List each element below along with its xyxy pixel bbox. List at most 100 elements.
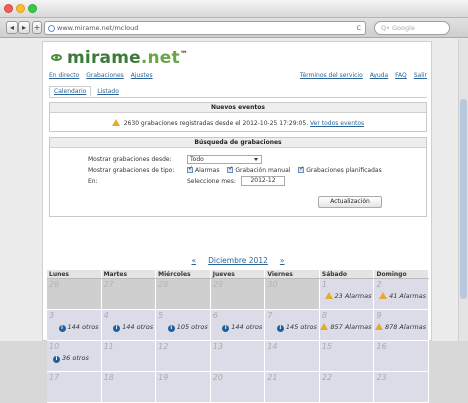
day-number: 17 (49, 373, 60, 382)
info-icon: i (167, 325, 175, 332)
calendar-day-cell[interactable]: 10 i 36 otros (47, 341, 102, 372)
scrollbar-thumb[interactable] (460, 99, 467, 299)
calendar-day-cell[interactable]: 4 i 144 otros (101, 310, 157, 341)
nav-settings[interactable]: Ajustes (131, 72, 153, 79)
day-number: 23 (376, 373, 387, 382)
day-header: Lunes (47, 270, 102, 278)
other-count-link[interactable]: i 144 otros (222, 323, 262, 332)
calendar-day-cell[interactable]: 21 (265, 372, 320, 403)
other-count-link[interactable]: i 144 otros (113, 323, 153, 332)
day-number: 26 (49, 280, 60, 289)
calendar-day-cell[interactable]: 12 (156, 341, 211, 372)
other-count-link[interactable]: i 144 otros (58, 323, 99, 332)
calendar-day-cell[interactable]: 18 (101, 372, 157, 403)
manual-checkbox[interactable] (227, 165, 233, 173)
month-title[interactable]: Diciembre 2012 (208, 256, 268, 265)
calendar-day-cell[interactable]: 13 (210, 341, 266, 372)
page-viewport: mirame.net™ En directo Grabaciones Ajust… (0, 39, 468, 403)
next-month-link[interactable]: » (280, 256, 285, 265)
eye-icon (51, 54, 62, 61)
minimize-window-button[interactable] (16, 4, 25, 13)
event-count-label: 145 otros (285, 323, 317, 331)
calendar-day-cell[interactable]: 20 (210, 372, 266, 403)
calendar-day-cell[interactable]: 3 i 144 otros (47, 310, 102, 341)
alarms-checkbox[interactable] (187, 165, 193, 173)
reload-icon[interactable]: C (356, 22, 361, 34)
calendar-body: 26 27 28 29 30 1 23 Alarmas 2 41 Alarmas 3 i 144 ot… (47, 279, 430, 403)
browser-search-input[interactable]: Q• Google (374, 21, 450, 35)
warning-icon (379, 292, 388, 299)
calendar-header: Lunes Martes Miércoles Jueves Viernes Sá… (47, 270, 430, 279)
nav-logout[interactable]: Salir (414, 72, 427, 79)
calendar-day-cell[interactable]: 7 i 145 otros (265, 310, 320, 341)
calendar-day-cell[interactable]: 15 (319, 341, 375, 372)
day-number: 1 (321, 280, 327, 289)
update-button[interactable]: Actualización (318, 196, 382, 208)
vertical-scrollbar[interactable] (458, 39, 468, 341)
day-header: Martes (102, 270, 157, 278)
calendar-day-cell[interactable]: 2 41 Alarmas (374, 279, 430, 310)
view-all-events-link[interactable]: Ver todos eventos (310, 120, 364, 127)
calendar-day-cell[interactable]: 26 (47, 279, 102, 310)
calendar-day-cell[interactable]: 29 (210, 279, 266, 310)
site-logo[interactable]: mirame.net™ (51, 48, 188, 68)
month-input[interactable]: 2012-12 (241, 176, 285, 186)
alarm-count-link[interactable]: 23 Alarmas (324, 292, 371, 300)
calendar-day-cell[interactable]: 23 (374, 372, 430, 403)
chevron-down-icon (254, 158, 258, 161)
url-text: www.mirame.net/mcloud (57, 24, 139, 32)
calendar-day-cell[interactable]: 30 (265, 279, 320, 310)
calendar-day-cell[interactable]: 6 i 144 otros (210, 310, 266, 341)
other-count-link[interactable]: i 105 otros (167, 323, 208, 332)
prev-month-link[interactable]: « (192, 256, 197, 265)
calendar-day-cell[interactable]: 22 (319, 372, 375, 403)
nav-help[interactable]: Ayuda (370, 72, 389, 79)
alarm-count-link[interactable]: 857 Alarmas (320, 323, 371, 331)
info-icon: i (276, 325, 284, 332)
calendar-day-cell[interactable]: 5 i 105 otros (156, 310, 211, 341)
tab-list[interactable]: Listado (93, 87, 123, 96)
calendar-week-row: 3 i 144 otros 4 i 144 otros 5 i 105 otros 6 i 144 o… (47, 310, 430, 341)
alarm-count-link[interactable]: 878 Alarmas (374, 323, 426, 331)
event-count-label: 105 otros (176, 323, 208, 331)
en-label: En: (88, 178, 98, 185)
address-bar[interactable]: www.mirame.net/mcloud C (44, 21, 366, 35)
calendar-day-cell[interactable]: 1 23 Alarmas (319, 279, 375, 310)
alarm-count-link[interactable]: 41 Alarmas (379, 292, 426, 300)
calendar-day-cell[interactable]: 16 (374, 341, 430, 372)
day-number: 28 (158, 280, 169, 289)
scheduled-checkbox[interactable] (298, 165, 304, 173)
calendar-day-cell[interactable]: 28 (156, 279, 211, 310)
nav-terms[interactable]: Términos del servicio (300, 72, 363, 79)
calendar-day-cell[interactable]: 19 (156, 372, 211, 403)
page-container: mirame.net™ En directo Grabaciones Ajust… (42, 41, 432, 403)
show-from-select[interactable]: Todo (187, 155, 262, 164)
day-number: 29 (212, 280, 223, 289)
forward-button[interactable]: ▸ (18, 21, 30, 34)
calendar-day-cell[interactable]: 14 (265, 341, 320, 372)
nav-faq[interactable]: FAQ (395, 72, 407, 79)
calendar-day-cell[interactable]: 27 (101, 279, 157, 310)
show-from-label: Mostrar grabaciones desde: (88, 156, 172, 163)
day-number: 21 (267, 373, 278, 382)
calendar-day-cell[interactable]: 17 (47, 372, 102, 403)
other-count-link[interactable]: i 36 otros (53, 354, 89, 363)
nav-recordings[interactable]: Grabaciones (86, 72, 124, 79)
search-title: Búsqueda de grabaciones (50, 138, 426, 148)
calendar-week-row: 10 i 36 otros 11 12 13 14 15 16 (47, 341, 430, 372)
event-count-label: 144 otros (67, 323, 99, 331)
calendar-day-cell[interactable]: 8 857 Alarmas (319, 310, 375, 341)
calendar-day-cell[interactable]: 9 878 Alarmas (374, 310, 430, 341)
back-button[interactable]: ◂ (6, 21, 18, 34)
info-icon: i (58, 325, 66, 332)
show-type-label: Mostrar grabaciones de tipo: (88, 167, 175, 174)
close-window-button[interactable] (4, 4, 13, 13)
new-tab-button[interactable]: + (32, 21, 42, 34)
tab-calendar[interactable]: Calendario (49, 86, 92, 97)
main-nav: En directo Grabaciones Ajustes Términos … (49, 72, 427, 84)
day-number: 14 (267, 342, 278, 351)
nav-live[interactable]: En directo (49, 72, 79, 79)
zoom-window-button[interactable] (28, 4, 37, 13)
other-count-link[interactable]: i 145 otros (276, 323, 317, 332)
calendar-day-cell[interactable]: 11 (101, 341, 157, 372)
